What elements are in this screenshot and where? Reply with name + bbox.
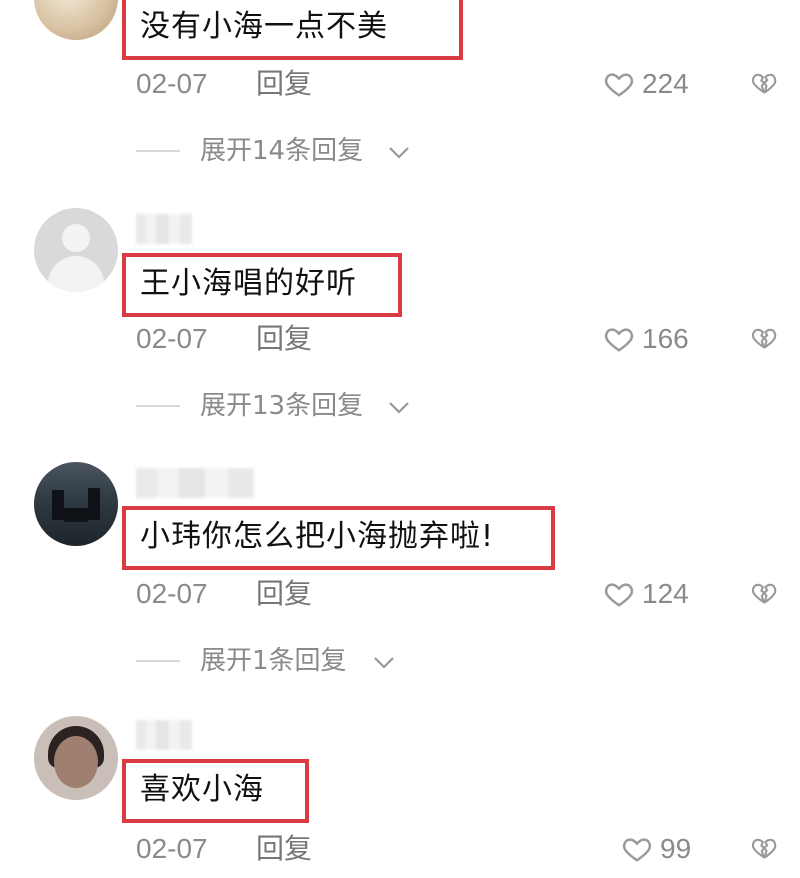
- chevron-down-icon[interactable]: [388, 400, 410, 416]
- reply-button[interactable]: 回复: [256, 322, 312, 356]
- chevron-down-icon[interactable]: [388, 145, 410, 161]
- chevron-down-icon[interactable]: [373, 655, 395, 671]
- expand-replies-button[interactable]: 展开1条回复: [200, 645, 347, 677]
- heart-outline-icon[interactable]: [603, 579, 635, 609]
- user-name[interactable]: [136, 214, 192, 244]
- like-count: 124: [642, 578, 689, 609]
- user-name[interactable]: [136, 720, 192, 750]
- comment-date: 02-07: [136, 578, 208, 609]
- avatar[interactable]: [34, 716, 118, 800]
- divider: [136, 405, 180, 407]
- heart-outline-icon[interactable]: [603, 324, 635, 354]
- like-count: 166: [642, 323, 689, 354]
- highlighted-comment-box: 小玮你怎么把小海抛弃啦!: [122, 506, 555, 570]
- comment-date: 02-07: [136, 833, 208, 864]
- avatar[interactable]: [34, 208, 118, 292]
- comment-text: 喜欢小海: [140, 772, 264, 807]
- reply-button[interactable]: 回复: [256, 832, 312, 866]
- reply-button[interactable]: 回复: [256, 67, 312, 101]
- like-count: 99: [660, 833, 692, 864]
- comment-text: 没有小海一点不美: [140, 9, 388, 44]
- broken-heart-icon[interactable]: [749, 324, 779, 352]
- avatar[interactable]: [34, 462, 118, 546]
- avatar[interactable]: [34, 0, 118, 40]
- highlighted-comment-box: 没有小海一点不美: [122, 0, 463, 60]
- user-name[interactable]: [136, 468, 254, 498]
- expand-replies-button[interactable]: 展开14条回复: [200, 135, 363, 167]
- broken-heart-icon[interactable]: [749, 69, 779, 97]
- expand-replies-button[interactable]: 展开13条回复: [200, 390, 363, 422]
- broken-heart-icon[interactable]: [749, 834, 779, 862]
- like-count: 224: [642, 68, 689, 99]
- heart-outline-icon[interactable]: [621, 834, 653, 864]
- heart-outline-icon[interactable]: [603, 69, 635, 99]
- highlighted-comment-box: 喜欢小海: [122, 759, 309, 823]
- broken-heart-icon[interactable]: [749, 579, 779, 607]
- divider: [136, 660, 180, 662]
- comment-text: 小玮你怎么把小海抛弃啦!: [140, 519, 495, 554]
- comment-date: 02-07: [136, 323, 208, 354]
- highlighted-comment-box: 王小海唱的好听: [122, 253, 402, 317]
- divider: [136, 150, 180, 152]
- reply-button[interactable]: 回复: [256, 577, 312, 611]
- comment-text: 王小海唱的好听: [140, 266, 357, 301]
- comment-date: 02-07: [136, 68, 208, 99]
